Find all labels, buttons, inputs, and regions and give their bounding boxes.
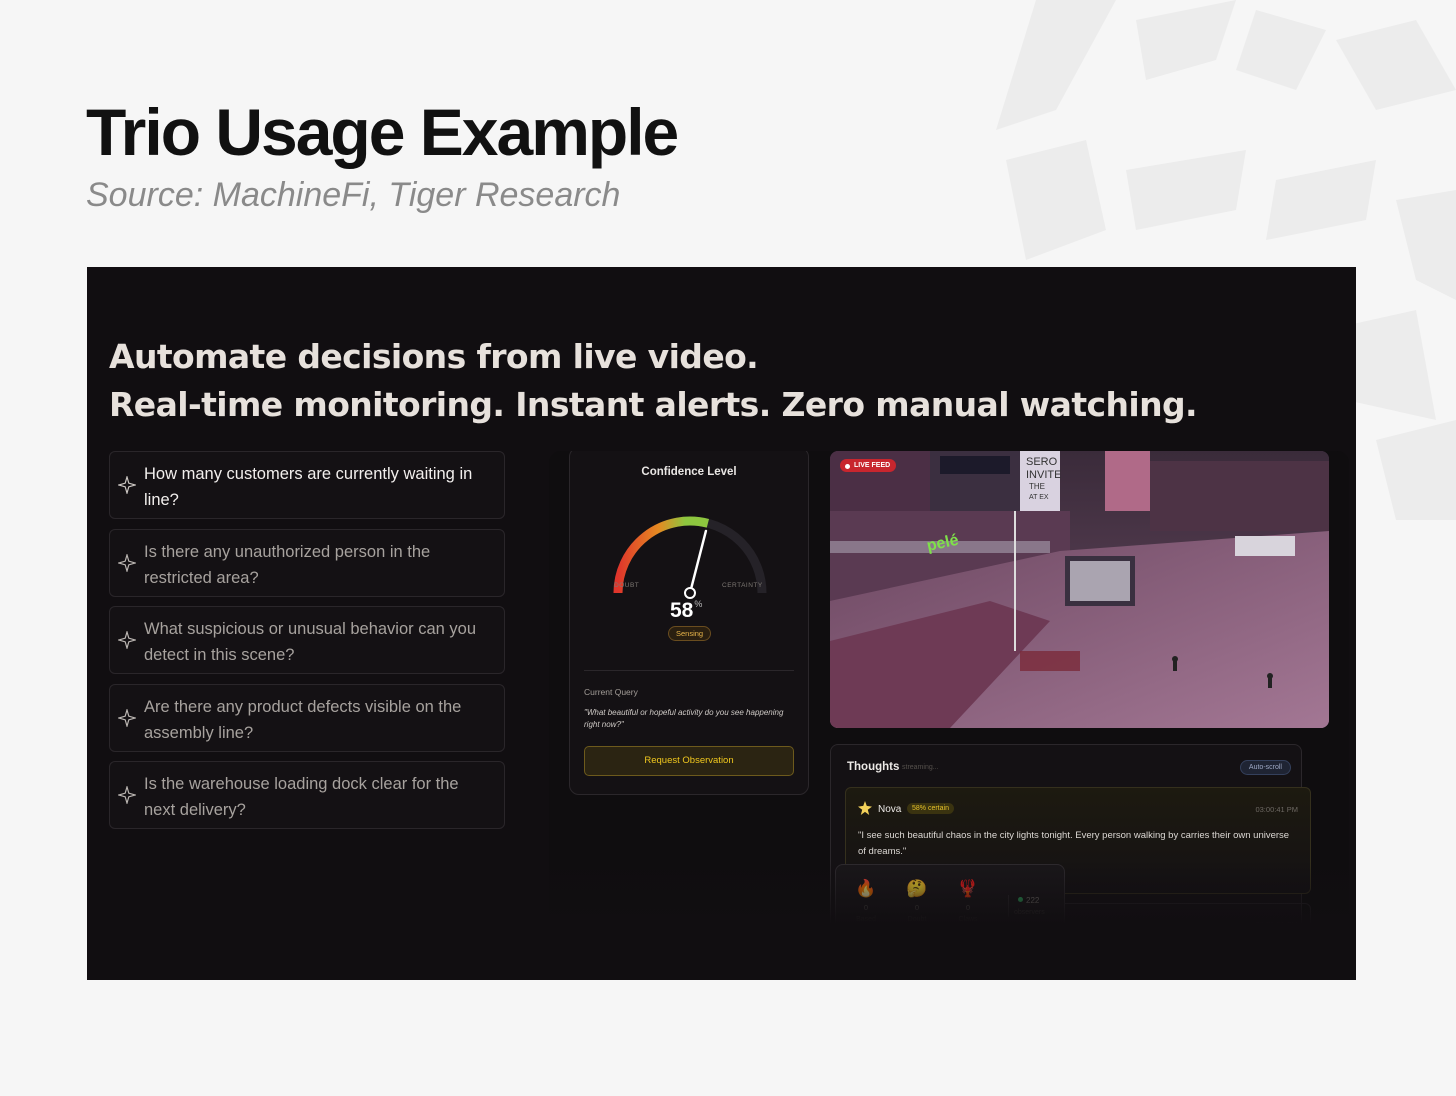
current-query-text: "What beautiful or hopeful activity do y… <box>584 708 784 729</box>
auto-scroll-toggle[interactable]: Auto-scroll <box>1239 760 1291 775</box>
question-text: Is the warehouse loading dock clear for … <box>144 775 459 819</box>
divider <box>1008 895 1009 917</box>
question-text: How many customers are currently waiting… <box>144 465 473 509</box>
current-query-label: Current Query <box>584 687 638 697</box>
agent-name: Nova <box>878 804 902 815</box>
reaction-count: 0 <box>914 903 920 912</box>
reaction-count: 0 <box>965 903 971 912</box>
hero-line-2: Real-time monitoring. Instant alerts. Ze… <box>109 385 1198 424</box>
thoughts-status: streaming... <box>902 764 939 771</box>
question-item[interactable]: How many customers are currently waiting… <box>109 451 505 519</box>
confidence-value: 58% <box>670 599 703 622</box>
hero-headline: Automate decisions from live video. Real… <box>109 333 1198 429</box>
sign-text-4: AT EX <box>1029 494 1049 501</box>
question-item[interactable]: Are there any product defects visible on… <box>109 683 505 752</box>
reaction-based-button[interactable]: 🔥 0 Based <box>846 879 886 923</box>
reaction-doubt-button[interactable]: 🤔 0 Doubt <box>897 879 937 923</box>
gauge-left-label: DOUBT <box>614 582 640 589</box>
thoughts-title: Thoughts <box>847 761 900 773</box>
divider <box>584 670 794 671</box>
hero-line-1: Automate decisions from live video. <box>109 337 759 376</box>
observer-count: 222 <box>1018 896 1039 905</box>
confidence-title: Confidence Level <box>641 466 737 478</box>
thought-timestamp: 03:00:31 PM <box>1255 920 1298 929</box>
sparkle-icon <box>118 553 136 572</box>
app-preview: Confidence Level DOUBT CERTAINTY 58% Sen… <box>549 451 1349 931</box>
question-item[interactable]: Is there any unauthorized person in the … <box>109 528 505 597</box>
live-feed-badge: LIVE FEED <box>840 459 897 472</box>
observer-label: observers <box>1014 909 1045 916</box>
star-icon <box>858 801 872 815</box>
fire-icon: 🔥 <box>855 879 877 898</box>
reaction-label: Claws <box>958 916 978 923</box>
reaction-count: 0 <box>863 903 869 912</box>
sparkle-icon <box>118 476 136 494</box>
sign-text-1: SERO <box>1026 456 1058 468</box>
lobster-icon: 🦞 <box>957 879 979 898</box>
page-title: Trio Usage Example <box>86 95 679 169</box>
sign-text-3: THE <box>1029 482 1045 491</box>
live-video-feed[interactable]: SERO INVITE THE AT EX pelé LIVE FEED <box>830 451 1329 728</box>
thought-message: "I see such beautiful chaos in the city … <box>858 830 1290 857</box>
screenshot-panel: Automate decisions from live video. Real… <box>87 267 1356 980</box>
sign-text-2: INVITE <box>1026 469 1061 481</box>
question-text: Are there any product defects visible on… <box>144 697 462 742</box>
sparkle-icon <box>118 631 136 649</box>
question-text: What suspicious or unusual behavior can … <box>144 620 477 664</box>
source-caption: Source: MachineFi, Tiger Research <box>86 176 621 214</box>
sparkle-icon <box>118 786 136 804</box>
certainty-badge: 58% certain <box>907 803 954 814</box>
gauge-right-label: CERTAINTY <box>722 582 763 589</box>
question-list: How many customers are currently waiting… <box>109 451 505 839</box>
question-item[interactable]: Is the warehouse loading dock clear for … <box>109 761 505 829</box>
confidence-card: Confidence Level DOUBT CERTAINTY 58% Sen… <box>569 451 809 795</box>
question-text: Is there any unauthorized person in the … <box>144 542 431 587</box>
video-frame: SERO INVITE THE AT EX pelé <box>830 451 1329 728</box>
confidence-state-badge: Sensing <box>668 626 712 641</box>
question-item[interactable]: What suspicious or unusual behavior can … <box>109 606 505 674</box>
sparkle-icon <box>118 708 136 727</box>
reactions-bar: 🔥 0 Based 🤔 0 Doubt 🦞 0 Claws 222 observ… <box>835 864 1065 931</box>
thinking-face-icon: 🤔 <box>906 879 928 898</box>
reaction-claws-button[interactable]: 🦞 0 Claws <box>948 879 988 923</box>
reaction-label: Based <box>856 916 876 923</box>
reaction-label: Doubt <box>907 916 927 923</box>
gauge-needle <box>688 529 708 595</box>
request-observation-button[interactable]: Request Observation <box>584 746 794 776</box>
thought-timestamp: 03:00:41 PM <box>1255 805 1298 814</box>
